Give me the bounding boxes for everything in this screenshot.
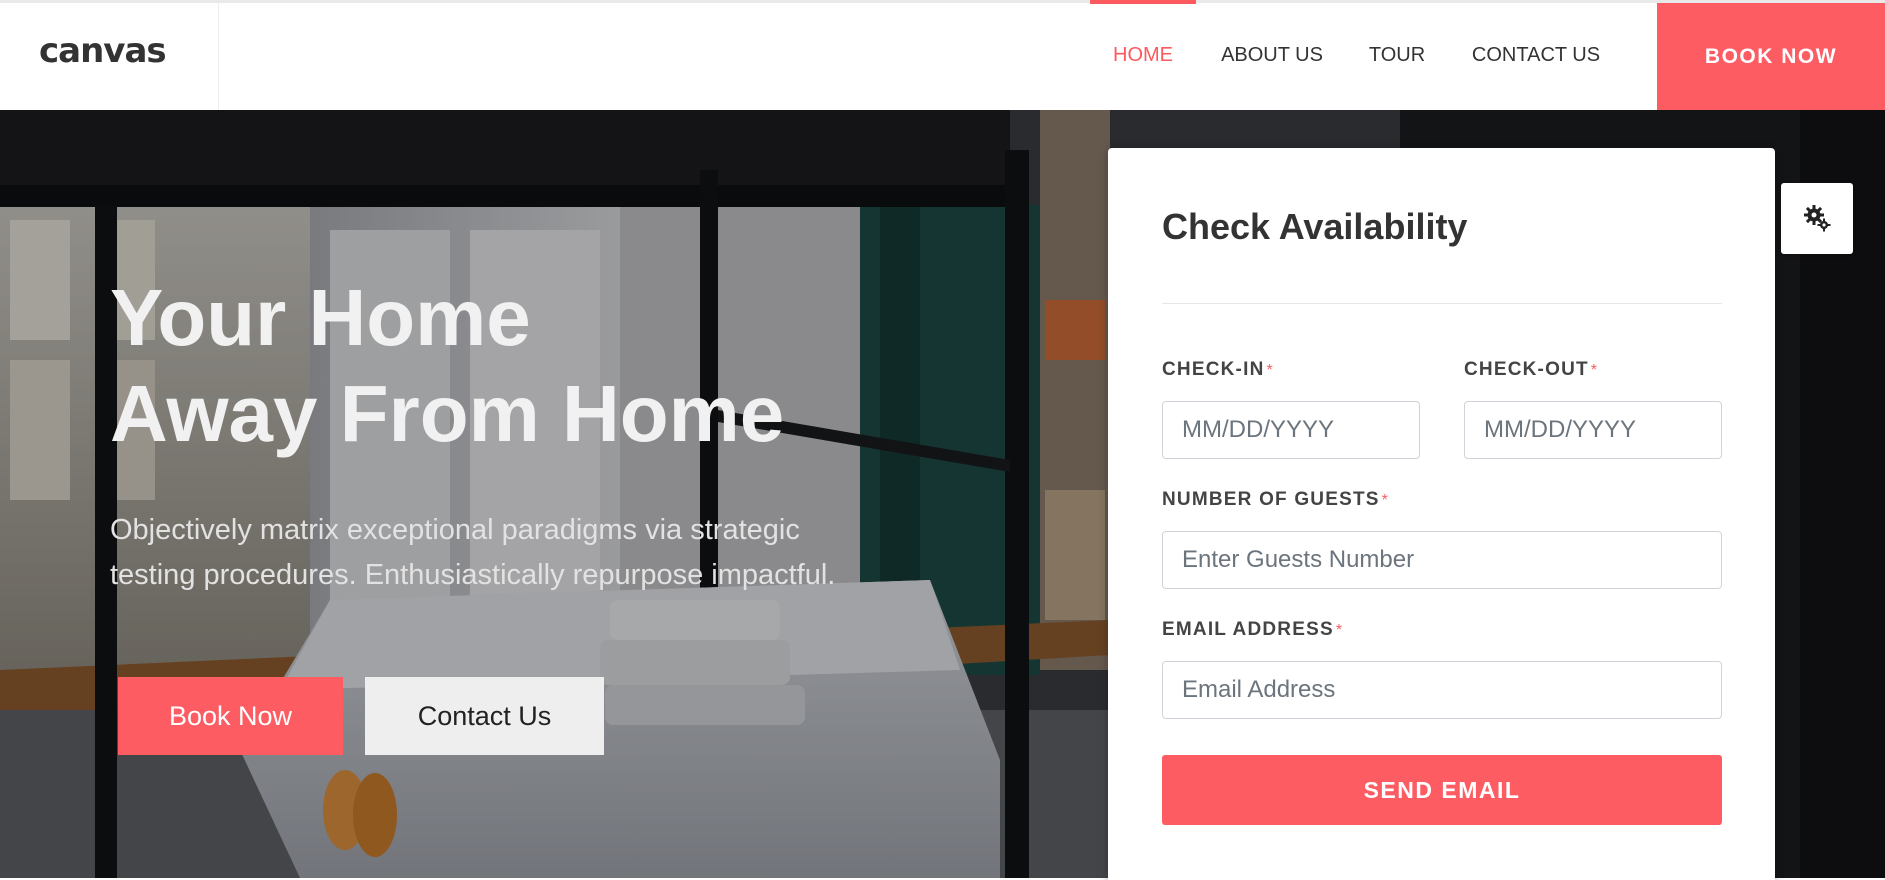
hero-subtitle-line-1: Objectively matrix exceptional paradigms…: [110, 514, 800, 546]
email-address-input[interactable]: [1162, 661, 1722, 719]
site-header: canvas HOME ABOUT US TOUR CONTACT US BOO…: [0, 0, 1885, 110]
guests-label: NUMBER OF GUESTS *: [1162, 489, 1390, 510]
gear-icon: [1804, 205, 1831, 232]
hero-title-line-1: Your Home: [110, 273, 531, 362]
form-title: Check Availability: [1162, 206, 1468, 247]
site-logo[interactable]: canvas: [39, 31, 167, 71]
hero-subtitle: Objectively matrix exceptional paradigms…: [110, 508, 910, 598]
settings-toggle-button[interactable]: [1781, 183, 1853, 254]
header-book-now-button[interactable]: BOOK NOW: [1657, 3, 1885, 110]
guests-number-input[interactable]: [1162, 531, 1722, 589]
hero-book-now-button[interactable]: Book Now: [118, 677, 343, 755]
checkin-date-input[interactable]: [1162, 401, 1420, 459]
hero-title-line-2: Away From Home: [110, 369, 785, 458]
nav-item-about-us[interactable]: ABOUT US: [1214, 3, 1330, 110]
hero-title: Your Home Away From Home: [110, 270, 910, 462]
email-label: EMAIL ADDRESS *: [1162, 619, 1344, 640]
nav-item-home[interactable]: HOME: [1090, 0, 1196, 110]
hero-subtitle-line-2: testing procedures. Enthusiastically rep…: [110, 559, 836, 591]
nav-item-tour[interactable]: TOUR: [1362, 3, 1432, 110]
send-email-button[interactable]: SEND EMAIL: [1162, 755, 1722, 825]
checkout-date-input[interactable]: [1464, 401, 1722, 459]
hero-contact-us-button[interactable]: Contact Us: [365, 677, 604, 755]
checkout-label: CHECK-OUT *: [1464, 359, 1599, 380]
nav-item-contact-us[interactable]: CONTACT US: [1464, 3, 1608, 110]
availability-form-card: Check Availability CHECK-IN* CHECK-OUT* …: [1108, 148, 1775, 880]
checkin-label: CHECK-IN *: [1162, 359, 1274, 380]
logo-box: canvas: [0, 3, 219, 110]
form-divider: [1162, 303, 1722, 304]
